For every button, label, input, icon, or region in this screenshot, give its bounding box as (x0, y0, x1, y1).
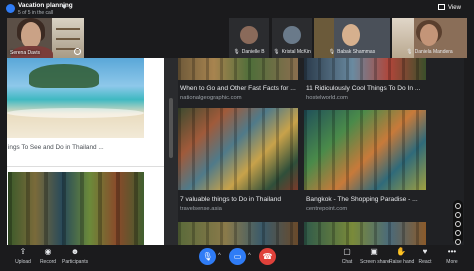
self-face (21, 22, 41, 48)
reaction-icon[interactable] (455, 221, 461, 227)
result-site: centrepoint.com (306, 206, 348, 212)
participant-name: 🎙 Kristal McKin (273, 49, 311, 55)
view-label: View (448, 5, 461, 11)
result-image (178, 108, 298, 190)
participant-tile-daniela[interactable]: 🎙 Daniela Mandera (392, 18, 467, 58)
hand-icon: ✋ (396, 247, 406, 256)
result-image (178, 222, 298, 245)
mic-icon: 🎙 (233, 49, 240, 55)
result-title: Bangkok - The Shopping Paradise - ... (306, 196, 418, 203)
scrollbar[interactable] (164, 58, 178, 245)
shield-icon: ◆ (62, 4, 67, 10)
mic-icon: 🎙 (406, 49, 413, 55)
participant-name: 🎙 Danielle B (233, 49, 265, 55)
avatar (283, 26, 301, 44)
meeting-subtitle: 5 of 5 in the call (18, 10, 54, 16)
camera-button[interactable]: ▭ (229, 248, 246, 265)
mic-icon: 🎙 (328, 49, 336, 55)
market-image (8, 172, 144, 245)
microphone-icon: 🎙 (202, 252, 213, 261)
meeting-window: Vacation planning ◆ 5 of 5 in the call V… (0, 0, 474, 271)
mute-button[interactable]: 🎙 (199, 248, 216, 265)
document-text: ings To See and Do in Thailand ... (8, 144, 104, 151)
self-video-tile[interactable]: Serena Davis (7, 18, 84, 58)
participants-label: Participants (62, 259, 89, 265)
hang-up-icon: ☎ (262, 252, 273, 261)
end-call-button[interactable]: ☎ (259, 248, 276, 265)
result-site: hostelworld.com (306, 95, 348, 101)
record-icon: ◉ (44, 247, 52, 256)
participant-face (420, 24, 438, 46)
participant-face (342, 24, 360, 46)
grid-icon (438, 4, 445, 10)
shared-screen: ings To See and Do in Thailand ... When … (7, 58, 464, 245)
result-title: 11 Ridiculously Cool Things To Do In ... (306, 85, 421, 92)
top-bar: Vacation planning ◆ 5 of 5 in the call V… (0, 0, 474, 18)
record-button[interactable]: ◉ Record (36, 247, 60, 265)
upload-label: Upload (15, 259, 31, 265)
chevron-up-icon[interactable]: ^ (248, 253, 251, 259)
participant-name: 🎙 Daniela Mandera (406, 49, 453, 55)
result-image (304, 110, 426, 190)
avatar (240, 26, 258, 44)
more-icon: ••• (447, 247, 457, 256)
upload-icon: ⇪ (19, 247, 27, 256)
reaction-icon[interactable] (455, 212, 461, 218)
heart-icon: ♥ (422, 247, 428, 256)
screen-share-button[interactable]: ▣ Screen share (360, 247, 390, 265)
record-label: Record (39, 259, 57, 265)
result-image (304, 222, 426, 245)
participant-tile-danielle[interactable]: 🎙 Danielle B (229, 18, 269, 58)
bottom-toolbar: ⇪ Upload ◉ Record ☻ Participants 🎙 ^ ▭ ^… (0, 245, 474, 271)
reaction-bar (453, 200, 463, 245)
participants-button[interactable]: ☻ Participants (62, 247, 88, 265)
upload-button[interactable]: ⇪ Upload (12, 247, 34, 265)
result-site: nationalgeographic.com (180, 95, 242, 101)
react-label: React (418, 259, 432, 265)
reaction-icon[interactable] (455, 230, 461, 236)
react-button[interactable]: ♥ React (415, 247, 435, 265)
scrollbar-thumb[interactable] (169, 98, 173, 158)
result-site: travelsense.asia (180, 206, 222, 212)
participant-name: 🎙 Babak Shammas (328, 49, 376, 55)
result-image (178, 58, 298, 80)
chevron-up-icon[interactable]: ^ (218, 253, 221, 259)
search-result[interactable]: When to Go and Other Fast Facts for ... … (178, 58, 298, 108)
app-logo-icon (6, 4, 15, 13)
chat-button[interactable]: ▢ Chat (337, 247, 357, 265)
search-result[interactable]: 7 valuable things to Do in Thailand trav… (178, 108, 298, 218)
search-result[interactable] (304, 222, 426, 245)
camera-icon: ▭ (233, 252, 242, 261)
self-name: Serena Davis (10, 50, 41, 56)
more-label: More (446, 259, 458, 265)
screen-share-label: Screen share (360, 259, 390, 265)
beach-image (7, 58, 144, 138)
search-result[interactable]: Bangkok - The Shopping Paradise - ... ce… (304, 110, 426, 220)
chat-icon: ▢ (343, 247, 351, 256)
participant-tile-babak[interactable]: 🎙 Babak Shammas (314, 18, 390, 58)
participant-tile-kristal[interactable]: 🎙 Kristal McKin (272, 18, 312, 58)
reaction-icon[interactable] (455, 203, 461, 209)
mic-icon: 🎙 (273, 49, 280, 55)
more-button[interactable]: ••• More (442, 247, 462, 265)
screen-share-icon: ▣ (370, 247, 378, 256)
shared-document: ings To See and Do in Thailand ... (7, 58, 164, 245)
participants-icon: ☻ (70, 247, 80, 256)
pip-icon[interactable] (74, 48, 81, 55)
result-title: 7 valuable things to Do in Thailand (180, 196, 282, 203)
raise-hand-label: Raise hand (389, 259, 415, 265)
raise-hand-button[interactable]: ✋ Raise hand (389, 247, 415, 265)
view-button[interactable]: View (438, 4, 461, 11)
result-image (304, 58, 426, 80)
search-result[interactable] (178, 222, 298, 245)
search-result[interactable]: 11 Ridiculously Cool Things To Do In ...… (304, 58, 426, 108)
chat-label: Chat (341, 259, 353, 265)
result-title: When to Go and Other Fast Facts for ... (180, 85, 296, 92)
